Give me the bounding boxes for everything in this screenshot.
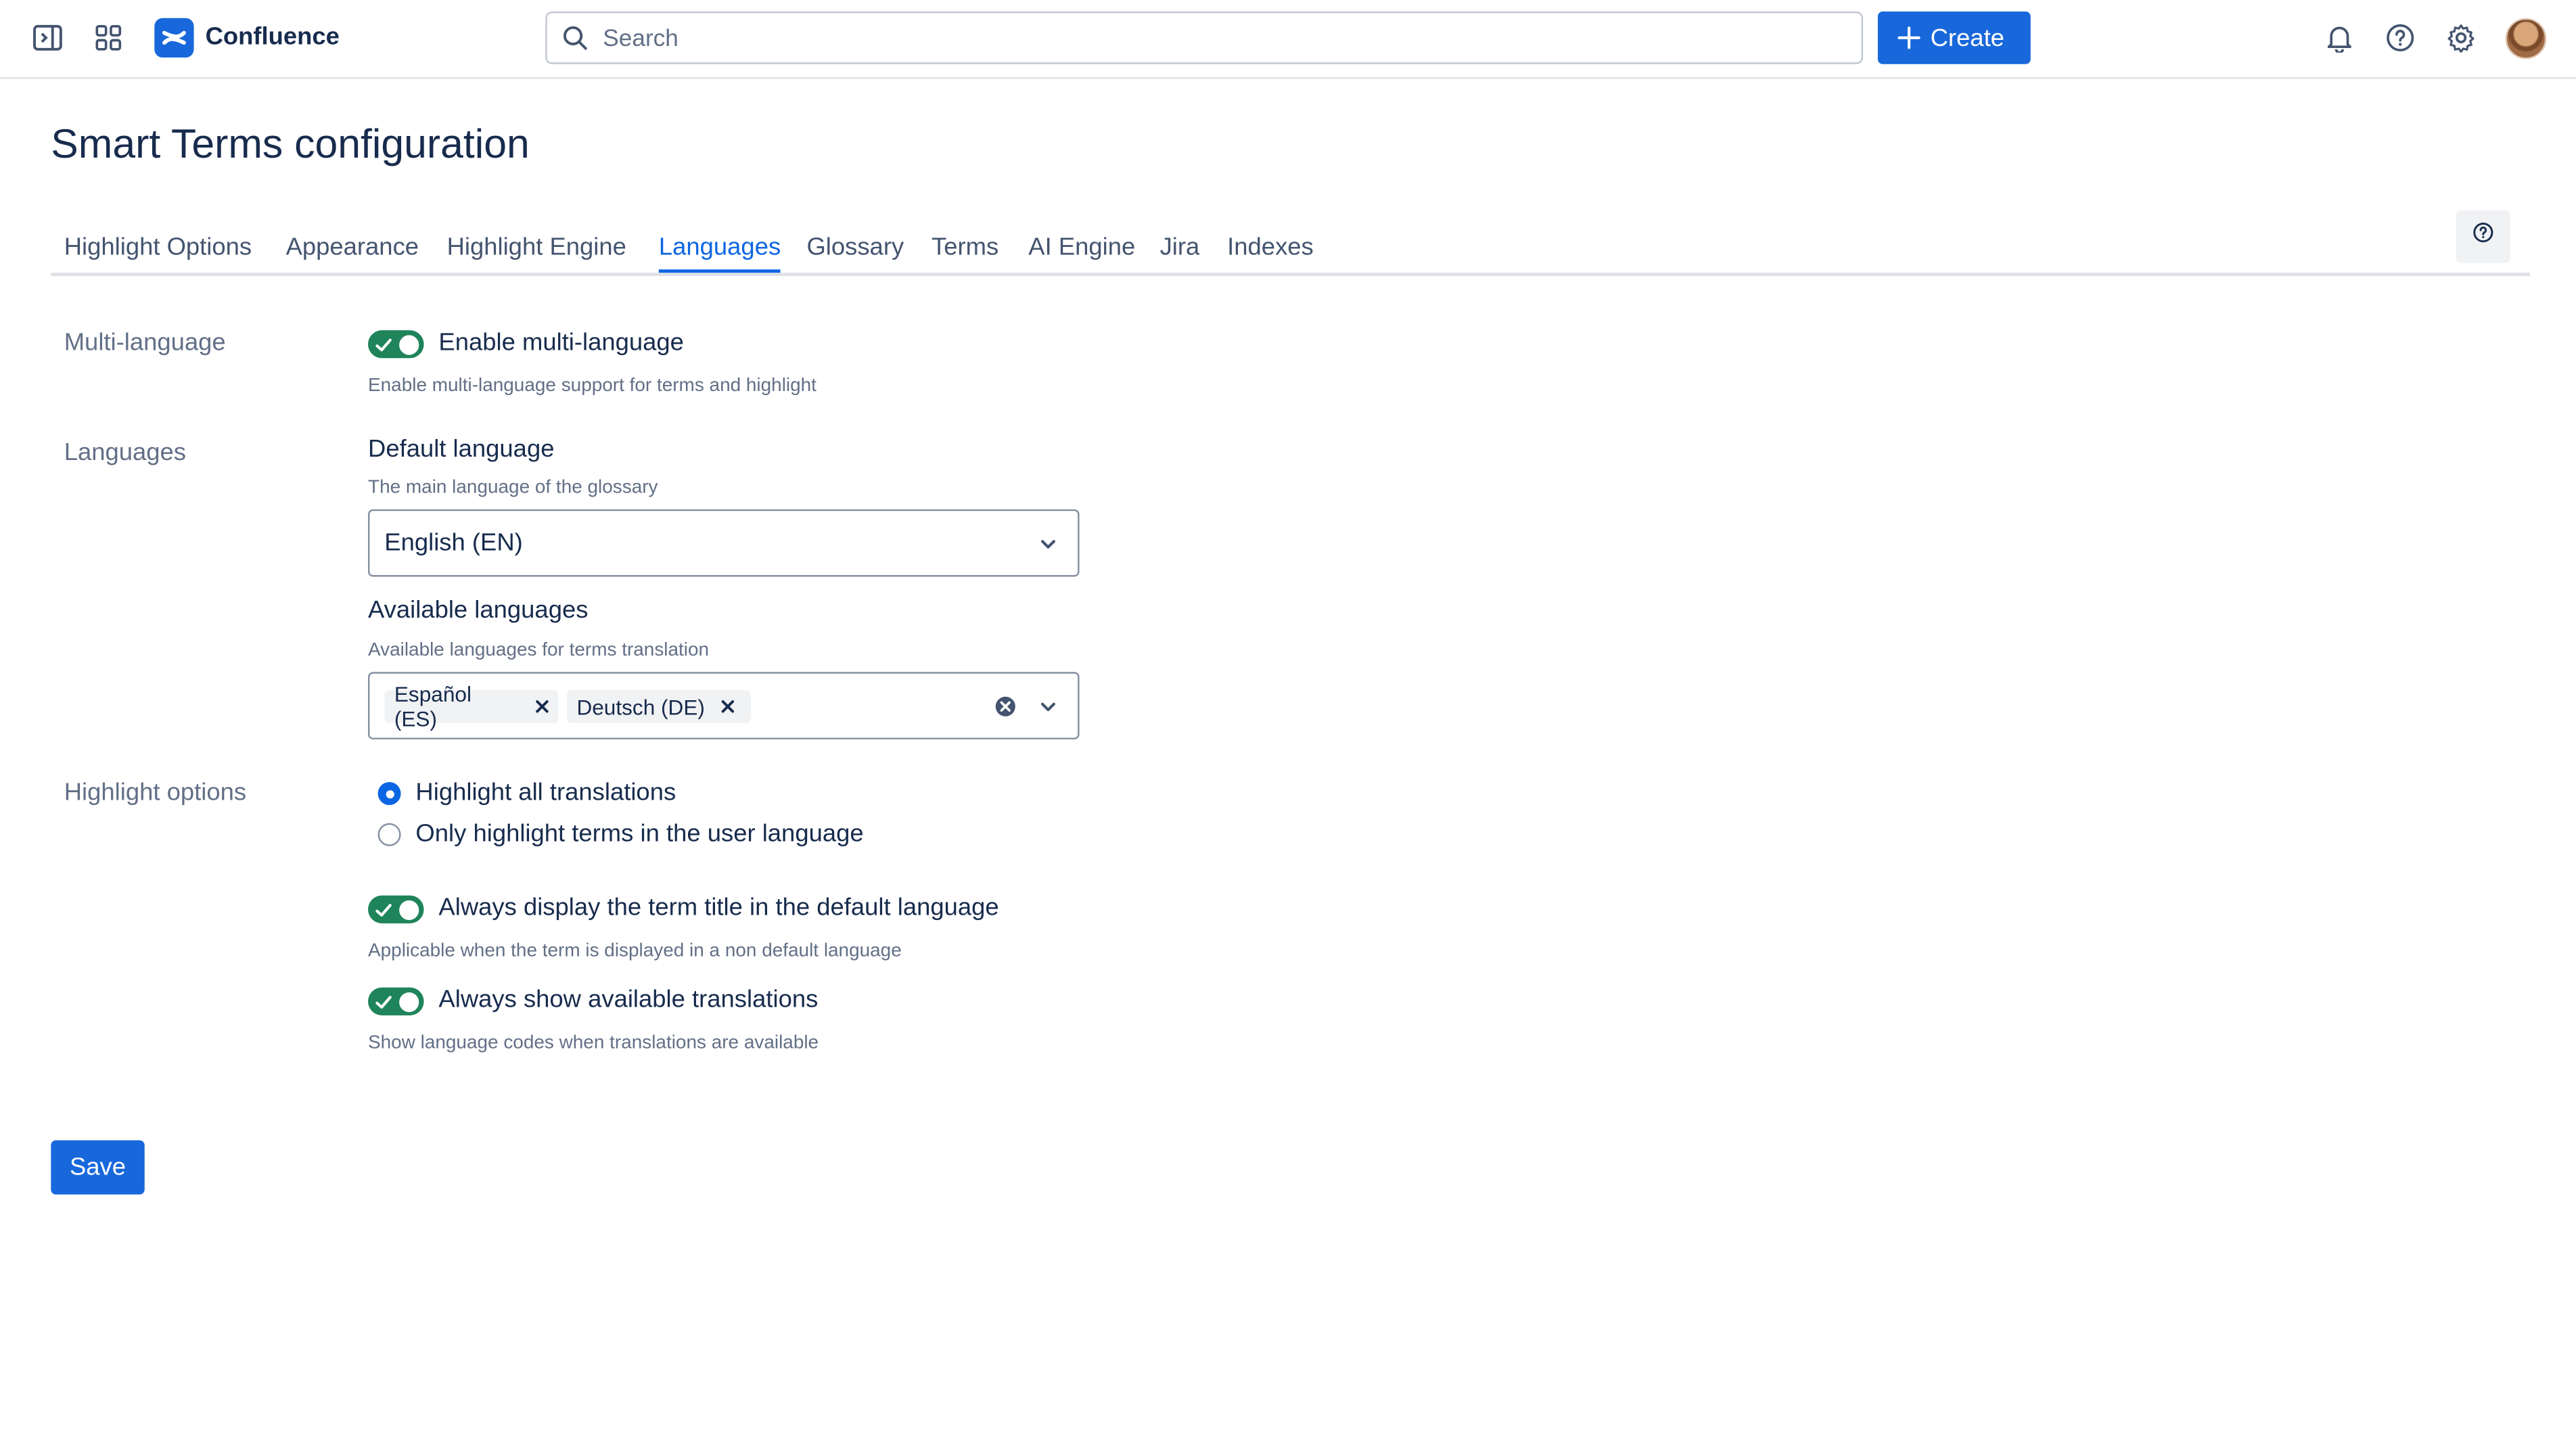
- language-tag-label: Español (ES): [394, 681, 472, 731]
- save-button[interactable]: Save: [51, 1140, 145, 1195]
- tab-highlight-options[interactable]: Highlight Options: [64, 231, 252, 265]
- user-avatar[interactable]: [2505, 18, 2547, 60]
- settings-gear-icon[interactable]: [2441, 18, 2481, 58]
- term-title-default-language-label: Always display the term title in the def…: [438, 894, 999, 922]
- page-root: Confluence Search Create Smart Terms con…: [0, 0, 2576, 1441]
- default-language-label: Default language: [368, 435, 555, 463]
- enable-multi-language-toggle[interactable]: [368, 330, 424, 359]
- clear-selection-icon[interactable]: [994, 695, 1017, 726]
- default-language-helper: The main language of the glossary: [368, 478, 658, 498]
- toggle-knob: [399, 334, 419, 354]
- show-translations-label: Always show available translations: [438, 986, 819, 1014]
- enable-multi-language-label: Enable multi-language: [438, 328, 684, 357]
- app-switcher-icon[interactable]: [89, 18, 128, 58]
- help-icon[interactable]: [2380, 18, 2420, 58]
- default-language-select[interactable]: English (EN): [368, 509, 1080, 577]
- notifications-bell-icon[interactable]: [2320, 18, 2359, 58]
- language-tag: Español (ES): [384, 682, 559, 731]
- term-title-default-language-toggle[interactable]: [368, 895, 424, 923]
- sidebar-toggle-icon[interactable]: [28, 18, 67, 58]
- remove-tag-icon[interactable]: [712, 690, 745, 723]
- tab-appearance[interactable]: Appearance: [286, 231, 419, 265]
- available-languages-label: Available languages: [368, 596, 589, 624]
- help-button[interactable]: [2456, 210, 2510, 263]
- search-input[interactable]: Search: [545, 12, 1864, 64]
- multi-language-section-label: Multi-language: [64, 328, 226, 357]
- available-languages-helper: Available languages for terms translatio…: [368, 641, 710, 661]
- highlight-user-language-label[interactable]: Only highlight terms in the user languag…: [415, 818, 863, 851]
- tab-bar: Highlight Options Appearance Highlight E…: [51, 227, 2531, 277]
- chevron-down-icon: [1038, 532, 1058, 562]
- create-button-label: Create: [1930, 24, 2004, 52]
- multi-language-helper: Enable multi-language support for terms …: [368, 376, 816, 396]
- tab-languages[interactable]: Languages: [658, 231, 781, 273]
- languages-section-label: Languages: [64, 438, 187, 467]
- toggle-knob: [399, 899, 419, 919]
- tab-highlight-engine[interactable]: Highlight Engine: [447, 231, 626, 265]
- top-navigation-bar: Confluence Search Create: [0, 0, 2576, 79]
- term-title-default-language-helper: Applicable when the term is displayed in…: [368, 941, 902, 961]
- tab-indexes[interactable]: Indexes: [1227, 231, 1314, 265]
- tab-ai-engine[interactable]: AI Engine: [1028, 231, 1135, 265]
- tab-jira[interactable]: Jira: [1160, 231, 1200, 265]
- create-button[interactable]: Create: [1877, 12, 2031, 64]
- check-icon: [375, 990, 393, 1020]
- search-icon: [562, 24, 589, 59]
- app-name[interactable]: Confluence: [206, 22, 340, 55]
- check-icon: [375, 334, 393, 363]
- remove-tag-icon[interactable]: [526, 690, 558, 723]
- plus-icon: [1898, 26, 1920, 49]
- help-icon: [2472, 222, 2494, 252]
- available-languages-multiselect[interactable]: Español (ES) Deutsch (DE): [368, 672, 1080, 739]
- show-translations-toggle[interactable]: [368, 987, 424, 1015]
- tab-terms[interactable]: Terms: [932, 231, 998, 265]
- language-tag-label: Deutsch (DE): [576, 694, 705, 719]
- check-icon: [375, 898, 393, 928]
- default-language-value: English (EN): [384, 529, 523, 557]
- highlight-all-label[interactable]: Highlight all translations: [415, 777, 676, 810]
- highlight-options-section-label: Highlight options: [64, 779, 247, 807]
- chevron-down-icon[interactable]: [1038, 695, 1058, 725]
- tab-glossary[interactable]: Glossary: [806, 231, 904, 265]
- toggle-knob: [399, 991, 419, 1011]
- highlight-user-language-radio[interactable]: [377, 823, 401, 846]
- page-title: Smart Terms configuration: [51, 121, 530, 168]
- confluence-logo-icon[interactable]: [154, 18, 194, 58]
- search-placeholder: Search: [603, 26, 678, 53]
- highlight-all-radio[interactable]: [377, 782, 401, 806]
- language-tag: Deutsch (DE): [566, 690, 751, 723]
- show-translations-helper: Show language codes when translations ar…: [368, 1033, 819, 1053]
